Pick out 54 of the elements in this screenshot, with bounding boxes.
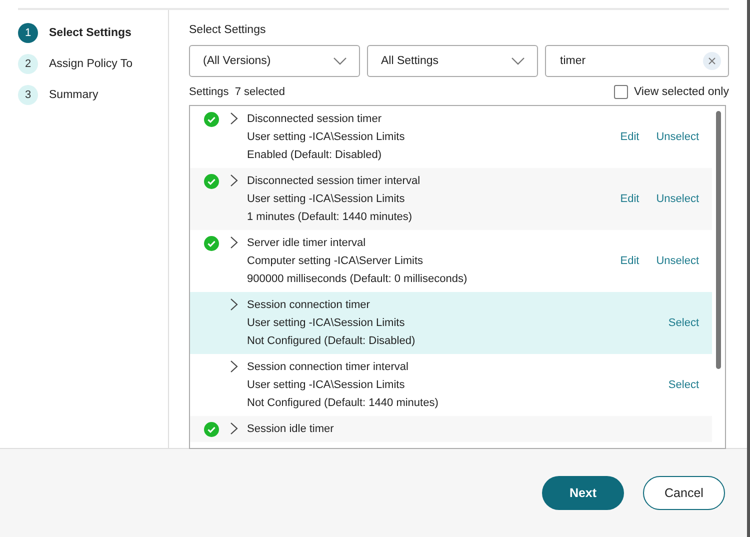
setting-name: Session connection timer interval xyxy=(247,360,410,375)
chevron-right-icon[interactable] xyxy=(230,298,238,311)
action-link[interactable]: Edit xyxy=(620,128,640,146)
cancel-button[interactable]: Cancel xyxy=(643,476,725,510)
scrollbar[interactable] xyxy=(716,111,721,369)
setting-value: Not Configured (Default: Disabled) xyxy=(247,334,416,349)
setting-value: Not Configured (Default: 1440 minutes) xyxy=(247,396,440,411)
setting-name: Session idle timer xyxy=(247,422,335,437)
setting-scope: User setting -ICA\Session Limits xyxy=(247,130,406,145)
step-number-badge: 1 xyxy=(18,23,38,43)
setting-row[interactable]: Session idle timer xyxy=(190,416,712,442)
setting-value: Enabled (Default: Disabled) xyxy=(247,148,383,163)
chevron-right-icon[interactable] xyxy=(230,360,238,373)
setting-name: Disconnected session timer interval xyxy=(247,174,422,189)
setting-name: Disconnected session timer xyxy=(247,112,383,127)
checkbox[interactable] xyxy=(614,85,628,99)
setting-row[interactable]: Session connection timer interval User setting -ICA\Session Limits Not Configured (Default: 1440 minutes) Select xyxy=(190,354,712,416)
action-link[interactable]: Edit xyxy=(620,190,640,208)
wizard-step[interactable]: 2 Assign Policy To xyxy=(18,54,168,74)
setting-value: 1 minutes (Default: 1440 minutes) xyxy=(247,210,414,225)
settings-count-label: Settings 7 selected xyxy=(189,86,286,98)
chevron-right-icon[interactable] xyxy=(230,422,238,435)
setting-row[interactable]: Session connection timer User setting -ICA\Session Limits Not Configured (Default: Disabled) Select xyxy=(190,292,712,354)
setting-scope: User setting -ICA\Session Limits xyxy=(247,316,406,331)
setting-row[interactable]: Disconnected session timer interval User setting -ICA\Session Limits 1 minutes (Default: 1440 minutes) Edit Unselect xyxy=(190,168,712,230)
action-link[interactable]: Select xyxy=(668,314,699,332)
step-number-badge: 2 xyxy=(18,54,38,74)
action-link[interactable]: Unselect xyxy=(656,128,699,146)
section-heading: Select Settings xyxy=(189,24,267,36)
step-number-badge: 3 xyxy=(18,85,38,105)
setting-scope: Computer setting -ICA\Server Limits xyxy=(247,254,424,269)
chevron-down-icon xyxy=(511,57,525,65)
setting-scope: User setting -ICA\Session Limits xyxy=(247,192,406,207)
setting-value: 900000 milliseconds (Default: 0 milliseconds) xyxy=(247,272,468,287)
action-link[interactable]: Edit xyxy=(620,252,640,270)
category-dropdown[interactable]: All Settings xyxy=(367,45,538,77)
search-field[interactable]: timer xyxy=(545,45,729,77)
action-link[interactable]: Select xyxy=(668,376,699,394)
setting-scope: User setting -ICA\Session Limits xyxy=(247,378,406,393)
chevron-down-icon xyxy=(333,57,347,65)
chevron-right-icon[interactable] xyxy=(230,236,238,249)
action-link[interactable]: Unselect xyxy=(656,190,699,208)
action-link[interactable]: Unselect xyxy=(656,252,699,270)
setting-name: Server idle timer interval xyxy=(247,236,367,251)
checkbox-label: View selected only xyxy=(634,86,729,98)
setting-row[interactable]: Disconnected session timer User setting -ICA\Session Limits Enabled (Default: Disabled) Edit Unselect xyxy=(190,106,712,168)
version-dropdown[interactable]: (All Versions) xyxy=(189,45,360,77)
next-button[interactable]: Next xyxy=(542,476,624,510)
setting-row[interactable]: Server idle timer interval Computer setting -ICA\Server Limits 900000 milliseconds (Default: 0 milliseconds) Edit Unselect xyxy=(190,230,712,292)
chevron-right-icon[interactable] xyxy=(230,174,238,187)
chevron-right-icon[interactable] xyxy=(230,112,238,125)
wizard-step[interactable]: 3 Summary xyxy=(18,85,168,105)
wizard-step[interactable]: 1 Select Settings xyxy=(18,23,168,43)
setting-name: Session connection timer xyxy=(247,298,371,313)
